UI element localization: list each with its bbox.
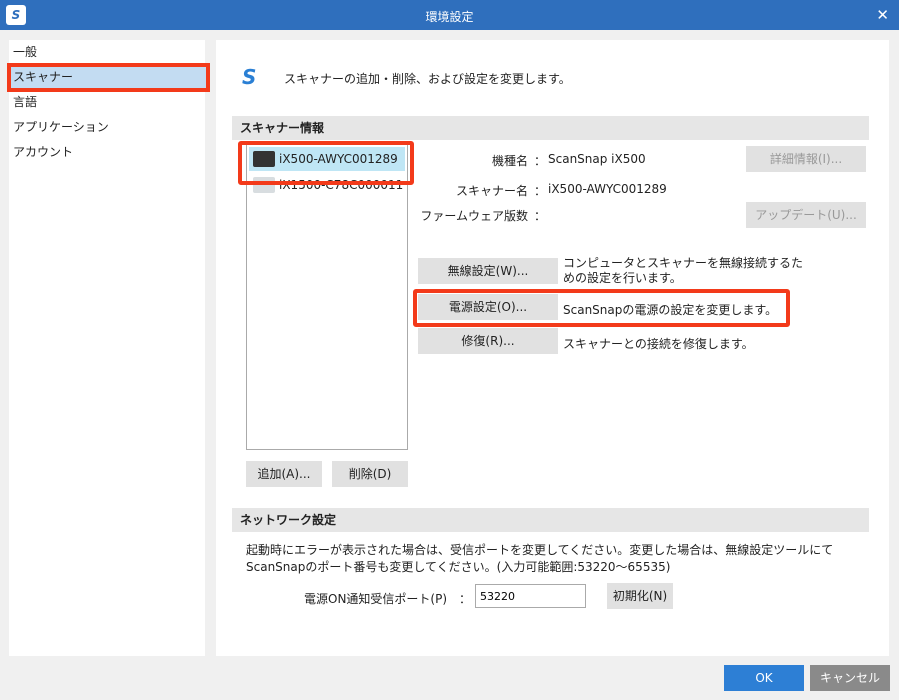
window-title: 環境設定 bbox=[425, 10, 474, 24]
sidebar-item-general[interactable]: 一般 bbox=[9, 40, 205, 65]
scanner-name-value: iX500-AWYC001289 bbox=[548, 182, 667, 196]
network-desc: 起動時にエラーが表示された場合は、受信ポートを変更してください。変更した場合は、… bbox=[246, 543, 834, 574]
firmware-label: ファームウェア版数 bbox=[420, 209, 528, 223]
intro-text: スキャナーの追加・削除、および設定を変更します。 bbox=[284, 72, 571, 86]
scansnap-s-icon: S bbox=[242, 65, 257, 89]
repair-desc: スキャナーとの接続を修復します。 bbox=[563, 337, 754, 351]
port-input[interactable] bbox=[475, 584, 586, 608]
repair-button[interactable]: 修復(R)... bbox=[418, 328, 558, 354]
colon: ： bbox=[534, 184, 547, 198]
details-button[interactable]: 詳細情報(I)... bbox=[746, 146, 866, 172]
scanner-info-header: スキャナー情報 bbox=[232, 116, 869, 140]
sidebar-item-account[interactable]: アカウント bbox=[9, 140, 205, 165]
highlight-scanner bbox=[238, 141, 414, 185]
scanner-list[interactable]: iX500-AWYC001289 iX1500-C78C000011 bbox=[246, 144, 408, 450]
add-button[interactable]: 追加(A)... bbox=[246, 461, 322, 487]
model-value: ScanSnap iX500 bbox=[548, 152, 646, 166]
port-label: 電源ON通知受信ポート(P) ： bbox=[304, 592, 472, 606]
scanner-name-label: スキャナー名 bbox=[455, 184, 528, 198]
colon: ： bbox=[534, 154, 547, 168]
sidebar-item-scanner[interactable]: スキャナー bbox=[7, 63, 210, 92]
delete-button[interactable]: 削除(D) bbox=[332, 461, 408, 487]
close-icon[interactable]: ✕ bbox=[876, 6, 889, 24]
sidebar: 一般 スキャナー 言語 アプリケーション アカウント bbox=[7, 40, 210, 656]
cancel-button[interactable]: キャンセル bbox=[810, 665, 890, 691]
update-button[interactable]: アップデート(U)... bbox=[746, 202, 866, 228]
reset-button[interactable]: 初期化(N) bbox=[607, 583, 673, 609]
main-panel: S スキャナーの追加・削除、および設定を変更します。 スキャナー情報 iX500… bbox=[216, 40, 889, 656]
wireless-settings-button[interactable]: 無線設定(W)... bbox=[418, 258, 558, 284]
ok-button[interactable]: OK bbox=[724, 665, 804, 691]
title-bar: S 環境設定 ✕ bbox=[0, 0, 899, 30]
colon: ： bbox=[534, 209, 547, 223]
model-label: 機種名 bbox=[491, 154, 528, 168]
sidebar-item-application[interactable]: アプリケーション bbox=[9, 115, 205, 140]
wireless-desc: コンピュータとスキャナーを無線接続するための設定を行います。 bbox=[563, 256, 804, 285]
highlight-power bbox=[413, 289, 790, 327]
network-header: ネットワーク設定 bbox=[232, 508, 869, 532]
sidebar-item-language[interactable]: 言語 bbox=[9, 90, 205, 115]
